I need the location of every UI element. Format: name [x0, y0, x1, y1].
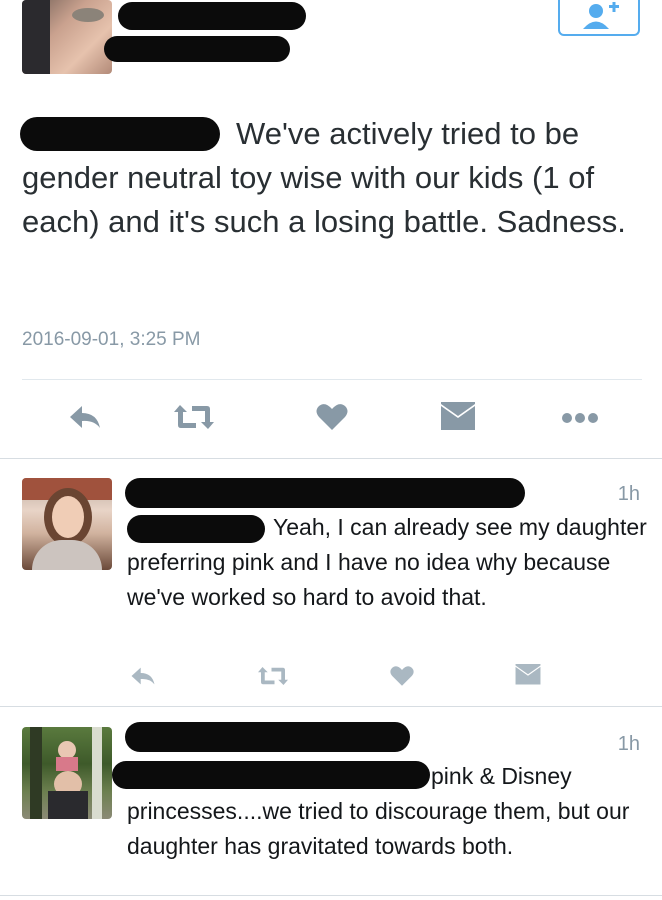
author-name-redacted [118, 2, 306, 30]
divider [0, 706, 662, 707]
heart-icon[interactable] [316, 403, 348, 431]
envelope-icon[interactable] [515, 664, 541, 686]
retweet-icon[interactable] [174, 403, 214, 431]
follow-button[interactable] [558, 0, 640, 36]
reply-icon[interactable] [68, 404, 102, 430]
tweet-timestamp: 2016-09-01, 3:25 PM [22, 329, 201, 350]
heart-icon[interactable] [390, 665, 414, 687]
retweet-icon[interactable] [258, 665, 288, 687]
reply-avatar[interactable] [22, 478, 112, 570]
divider [0, 458, 662, 459]
divider [22, 379, 642, 380]
add-user-icon [583, 2, 619, 29]
reply-time: 1h [617, 483, 640, 505]
more-dots-icon[interactable] [561, 412, 599, 424]
author-handle-redacted [104, 36, 290, 62]
author-avatar[interactable] [22, 0, 112, 74]
reply-name-redacted [125, 478, 525, 508]
tweet-text: We've actively tried to be gender neutra… [22, 116, 626, 239]
divider [0, 895, 662, 896]
reply-name-redacted [125, 722, 410, 752]
envelope-icon[interactable] [441, 402, 475, 432]
reply-avatar[interactable] [22, 727, 112, 819]
reply-text: pink & Disney princesses....we tried to … [127, 763, 630, 859]
reply-time: 1h [617, 733, 640, 755]
reply-text: Yeah, I can already see my daughter pref… [127, 514, 647, 610]
reply-icon[interactable] [130, 666, 156, 686]
